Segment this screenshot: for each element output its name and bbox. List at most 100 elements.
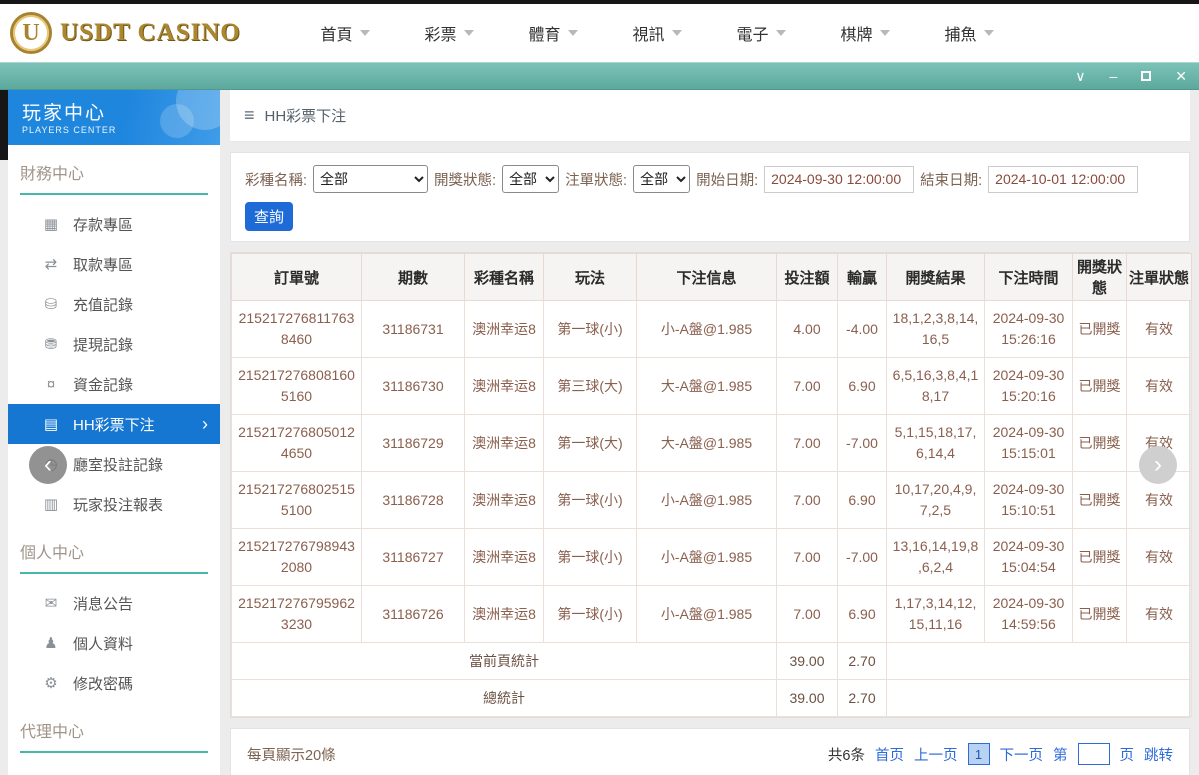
nav-item-label: 彩票 [424, 27, 457, 44]
cell-period: 31186727 [361, 528, 465, 586]
filter-row: 彩種名稱: 全部 開獎狀態: 全部 注單狀態: 全部 開始日期: 結束日期: [245, 165, 1175, 193]
column-header-draw-result: 開獎結果 [886, 253, 985, 301]
cell-play-type: 第三球(大) [543, 357, 637, 415]
column-header-order-status: 注單狀態 [1126, 253, 1192, 301]
order-status-select[interactable]: 全部 [633, 165, 691, 193]
sidebar-item-label: 消息公告 [73, 595, 134, 613]
close-icon[interactable]: ✕ [1175, 69, 1187, 83]
page-title: HH彩票下注 [264, 108, 347, 125]
cell-order-status: 有效 [1126, 585, 1192, 643]
filter-panel: 彩種名稱: 全部 開獎狀態: 全部 注單狀態: 全部 開始日期: 結束日期: 查… [230, 152, 1190, 242]
main-content: ≡ HH彩票下注 彩種名稱: 全部 開獎狀態: 全部 注單狀態: 全部 開始日期… [230, 90, 1192, 775]
jump-page-input[interactable] [1077, 743, 1110, 765]
nav-item-live-video[interactable]: 視訊 [605, 21, 709, 45]
table-header-row: 訂單號 期數 彩種名稱 玩法 下注信息 投注額 輸贏 開獎結果 下注時間 開獎狀態 注單狀態 [231, 253, 1192, 301]
window-titlebar: ∨ – ✕ [0, 62, 1199, 90]
draw-status-select[interactable]: 全部 [502, 165, 560, 193]
maximize-icon[interactable] [1141, 69, 1152, 83]
cell-order-no: 2152172768081605160 [231, 357, 362, 415]
sidebar-item-deposit[interactable]: ▦ 存款專區 [8, 204, 220, 244]
cell-win-loss: -7.00 [837, 414, 887, 472]
cell-bet-amount: 7.00 [776, 414, 838, 472]
cell-order-no: 2152172768050124650 [231, 414, 362, 472]
site-header: U USDT CASINO 首頁 彩票 體育 視訊 電子 棋牌 捕魚 [0, 4, 1199, 62]
total-count: 共6条 [827, 747, 865, 764]
pagination-bar: 每頁顯示20條 共6条 首页 上一页 1 下一页 第 页 跳转 [230, 728, 1190, 775]
sidebar-item-withdrawal-records[interactable]: ⛃ 提現記錄 [8, 324, 220, 364]
gear-icon: ⚙ [44, 675, 58, 692]
cell-bet-time: 2024-09-30 15:15:01 [984, 414, 1073, 472]
nav-item-slots[interactable]: 電子 [709, 21, 813, 45]
cell-draw-result: 10,17,20,4,9,7,2,5 [886, 471, 985, 529]
current-page[interactable]: 1 [967, 743, 990, 765]
table-row: 2152172768117638460 31186731 澳洲幸运8 第一球(小) 小-… [231, 300, 1192, 358]
sidebar-item-recharge-records[interactable]: ⛁ 充值記錄 [8, 284, 220, 324]
logo-letter: U [22, 19, 40, 46]
nav-item-home[interactable]: 首頁 [293, 21, 397, 45]
summary-bet-total: 39.00 [776, 642, 838, 680]
cell-bet-time: 2024-09-30 15:26:16 [984, 300, 1073, 358]
nav-item-sports[interactable]: 體育 [501, 21, 605, 45]
cell-lottery-name: 澳洲幸运8 [464, 528, 544, 586]
cell-order-no: 2152172768117638460 [231, 300, 362, 358]
sidebar-item-agent-rules[interactable]: ❏代理規則說明 [8, 762, 220, 775]
jump-button[interactable]: 跳转 [1144, 744, 1173, 765]
menu-toggle-icon[interactable]: ≡ [244, 105, 255, 126]
column-header-play-type: 玩法 [543, 253, 637, 301]
recharge-record-icon: ⛁ [44, 296, 58, 313]
cell-draw-status: 已開獎 [1072, 357, 1127, 415]
cell-bet-info: 大-A盤@1.985 [636, 357, 777, 415]
nav-item-label: 棋牌 [840, 27, 873, 44]
cell-draw-result: 18,1,2,3,8,14,16,5 [886, 300, 985, 358]
page-size-text: 每頁顯示20條 [247, 747, 336, 764]
logo-text: USDT CASINO [60, 19, 241, 46]
summary-row: 總統計 39.00 2.70 [231, 679, 1192, 717]
search-button[interactable]: 查詢 [245, 202, 293, 231]
sidebar-item-fund-records[interactable]: ¤ 資金記錄 [8, 364, 220, 404]
next-panel-button[interactable]: › [1139, 446, 1177, 484]
first-page-link[interactable]: 首页 [875, 744, 904, 765]
maximize-box [1141, 71, 1152, 81]
cell-win-loss: 6.90 [837, 357, 887, 415]
logo-icon: U [10, 12, 52, 54]
collapse-sidebar-button[interactable]: ‹ [29, 446, 67, 484]
sidebar-item-label: 廳室投註記錄 [73, 456, 164, 474]
order-status-label: 注單狀態: [565, 172, 628, 189]
nav-item-card-games[interactable]: 棋牌 [813, 21, 917, 45]
page-body: 玩家中心 PLAYERS CENTER 財務中心 ▦ 存款專區 ⇄ 取款專區 ⛁ 充值記錄 ⛃… [0, 90, 1199, 775]
player-report-icon: ▥ [43, 496, 59, 513]
cell-order-no: 2152172767959623230 [231, 585, 362, 643]
lottery-bet-icon: ▤ [43, 416, 59, 433]
cell-win-loss: -7.00 [837, 528, 887, 586]
prev-page-link[interactable]: 上一页 [914, 744, 958, 765]
cell-bet-amount: 7.00 [776, 528, 838, 586]
table-row: 2152172767959623230 31186726 澳洲幸运8 第一球(小) 小-… [231, 585, 1192, 643]
sidebar-item-player-bet-report[interactable]: ▥ 玩家投注報表 [8, 484, 220, 524]
sidebar-item-announcements[interactable]: ✉ 消息公告 [8, 583, 220, 623]
cell-bet-amount: 4.00 [776, 300, 838, 358]
column-header-period: 期數 [361, 253, 465, 301]
chevron-down-icon [775, 30, 786, 36]
nav-item-lottery[interactable]: 彩票 [397, 21, 501, 45]
sidebar-item-withdrawal[interactable]: ⇄ 取款專區 [8, 244, 220, 284]
cell-draw-status: 已開獎 [1072, 300, 1127, 358]
cell-bet-info: 小-A盤@1.985 [636, 471, 777, 529]
end-date-input[interactable] [988, 165, 1139, 193]
cell-bet-info: 小-A盤@1.985 [636, 585, 777, 643]
nav-item-fishing[interactable]: 捕魚 [917, 21, 1021, 45]
cell-lottery-name: 澳洲幸运8 [464, 300, 544, 358]
sidebar-item-profile[interactable]: ♟ 個人資料 [8, 623, 220, 663]
sidebar-item-hh-lottery-bets[interactable]: ▤ HH彩票下注 › [8, 404, 220, 444]
jump-label-before: 第 [1053, 747, 1068, 764]
sidebar-item-change-password[interactable]: ⚙ 修改密碼 [8, 663, 220, 703]
cell-draw-status: 已開獎 [1072, 585, 1127, 643]
logo[interactable]: U USDT CASINO [10, 12, 245, 54]
table-row: 2152172768025155100 31186728 澳洲幸运8 第一球(小) 小-… [231, 471, 1192, 529]
cell-lottery-name: 澳洲幸运8 [464, 471, 544, 529]
summary-empty [886, 642, 1192, 680]
lottery-type-select[interactable]: 全部 [313, 165, 429, 193]
next-page-link[interactable]: 下一页 [1000, 744, 1044, 765]
start-date-input[interactable] [764, 165, 915, 193]
chevron-down-icon[interactable]: ∨ [1075, 69, 1085, 83]
minimize-icon[interactable]: – [1109, 69, 1117, 83]
